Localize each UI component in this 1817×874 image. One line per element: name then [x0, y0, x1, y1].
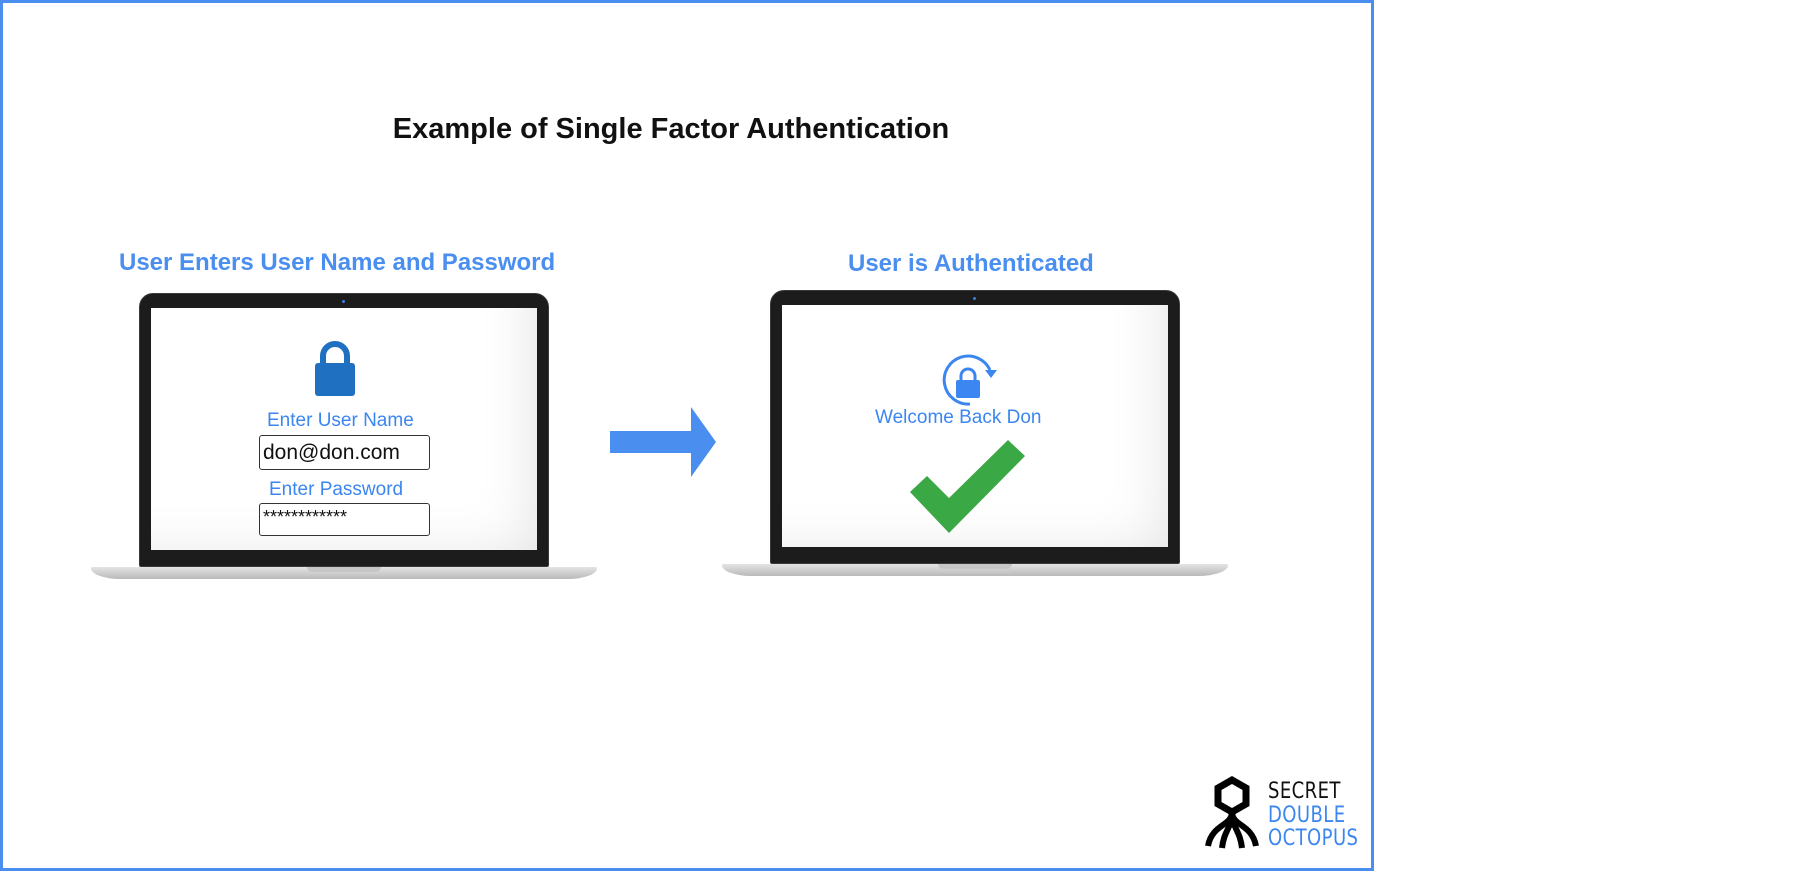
login-screen: Enter User Name don@don.com Enter Passwo… [151, 308, 537, 550]
lock-refresh-icon [942, 354, 997, 406]
logo-line-octopus: OCTOPUS [1268, 826, 1359, 851]
right-arrow-icon [610, 407, 716, 477]
right-caption: User is Authenticated [848, 250, 1094, 277]
welcome-text: Welcome Back Don [875, 407, 1042, 428]
padlock-icon [315, 341, 355, 396]
welcome-screen: Welcome Back Don [782, 305, 1168, 547]
password-field[interactable]: ************ [259, 503, 430, 536]
username-label: Enter User Name [267, 410, 414, 431]
left-caption: User Enters User Name and Password [119, 249, 556, 276]
octopus-logo-icon [1205, 776, 1259, 849]
laptop-camera [973, 297, 976, 300]
laptop-notch [938, 564, 1012, 569]
logo-line-double: DOUBLE [1268, 803, 1346, 828]
checkmark-icon [910, 440, 1025, 533]
laptop-camera [342, 300, 345, 303]
username-field[interactable]: don@don.com [259, 435, 430, 470]
password-label: Enter Password [269, 479, 404, 500]
logo-line-secret: SECRET [1268, 779, 1341, 804]
laptop-notch [307, 567, 381, 572]
diagram-title: Example of Single Factor Authentication [392, 113, 950, 145]
